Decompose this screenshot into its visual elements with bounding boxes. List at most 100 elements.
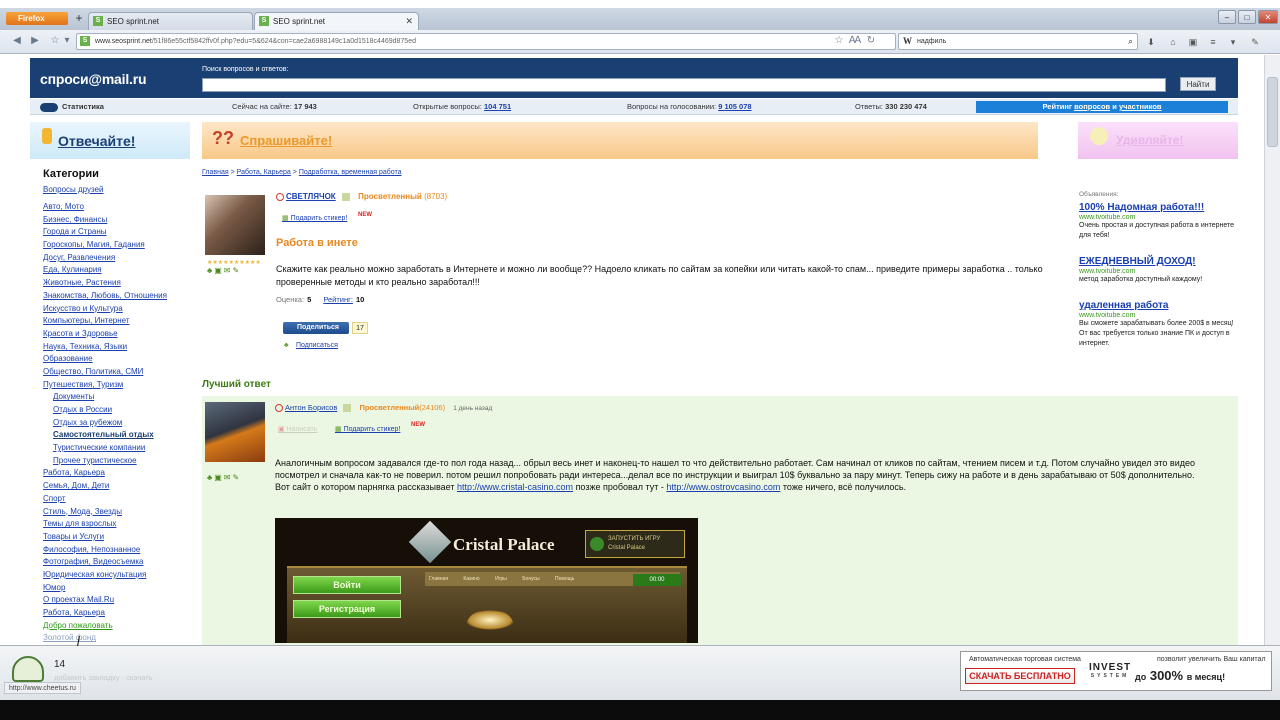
minimize-icon[interactable]: –: [1218, 10, 1236, 24]
sidebar-item-category[interactable]: Юмор: [43, 582, 193, 595]
sidebar-item-category[interactable]: Искусство и Культура: [43, 303, 193, 316]
question-author-avatar[interactable]: [205, 195, 265, 255]
sidebar-item-category[interactable]: Гороскопы, Магия, Гадания: [43, 239, 193, 252]
new-tab-icon[interactable]: +: [72, 11, 86, 25]
casino-badge: ЗАПУСТИТЬ ИГРУ Cristal Palace: [585, 530, 685, 558]
search-bar[interactable]: W надфиль ⌕: [898, 33, 1138, 50]
star-icon[interactable]: ☆: [832, 34, 846, 48]
site-logo[interactable]: спроси@mail.ru: [40, 71, 147, 87]
sidebar-item-category[interactable]: Семья, Дом, Дети: [43, 480, 193, 493]
sidebar-item-category[interactable]: Еда, Кулинария: [43, 264, 193, 277]
rating-users-link[interactable]: участников: [1119, 102, 1162, 111]
sidebar-item-category[interactable]: Туристические компании: [43, 442, 193, 455]
sidebar-item-category[interactable]: Досуг, Развлечения: [43, 252, 193, 265]
translate-icon[interactable]: Ꜳ: [848, 34, 862, 48]
url-bar[interactable]: S www.seosprint.net/51f86e55ctf5842ffv0f…: [76, 33, 896, 50]
sidebar-item-category[interactable]: Темы для взрослых: [43, 518, 193, 531]
search-icon[interactable]: ⌕: [1128, 34, 1133, 49]
breadcrumb-career[interactable]: Работа, Карьера: [237, 169, 291, 176]
open-value-link[interactable]: 104 751: [484, 102, 511, 111]
tab-seosprint-1[interactable]: S SEO sprint.net: [88, 12, 253, 30]
sidebar-item-category[interactable]: Прочее туристическое: [43, 455, 193, 468]
question-score: Оценка: 5 Рейтинг: 10: [276, 295, 374, 304]
sidebar-item-category[interactable]: Юридическая консультация: [43, 569, 193, 582]
sidebar-item-category[interactable]: Товары и Услуги: [43, 531, 193, 544]
breadcrumb-home[interactable]: Главная: [202, 169, 229, 176]
answer-user-link[interactable]: Антон Борисов: [285, 403, 337, 412]
sidebar-item-category[interactable]: Добро пожаловать: [43, 620, 193, 633]
gift-sticker-link[interactable]: ▦ Подарить стикер!: [335, 425, 400, 433]
share-button[interactable]: Поделиться: [283, 322, 349, 334]
sidebar-item-category[interactable]: Спорт: [43, 493, 193, 506]
ad-item[interactable]: ЕЖЕДНЕВНЫЙ ДОХОД! www.tvoitube.com метод…: [1079, 256, 1239, 285]
addon-icon[interactable]: ▣: [1186, 35, 1200, 49]
ad-headline[interactable]: 100% Надомная работа!!!: [1079, 202, 1239, 213]
firefox-menu-button[interactable]: Firefox: [6, 12, 68, 25]
forward-icon[interactable]: ▶: [28, 34, 42, 48]
faded-link[interactable]: ▣ Написать: [278, 425, 317, 433]
wonder-banner[interactable]: Удивляйте!: [1078, 122, 1238, 159]
breadcrumb-parttime[interactable]: Подработка, временная работа: [299, 169, 402, 176]
dropdown-icon[interactable]: ▾: [1226, 35, 1240, 49]
back-icon[interactable]: ◀: [10, 34, 24, 48]
menu-icon[interactable]: ≡: [1206, 35, 1220, 49]
sidebar-item-category[interactable]: Фотография, Видеосъемка: [43, 556, 193, 569]
sidebar-item-category[interactable]: Отдых в России: [43, 404, 193, 417]
sidebar-item-category[interactable]: Самостоятельный отдых: [43, 429, 193, 442]
sidebar-item-category[interactable]: Компьютеры, Интернет: [43, 315, 193, 328]
sidebar-item-category[interactable]: Общество, Политика, СМИ: [43, 366, 193, 379]
close-tab-icon[interactable]: ✕: [405, 13, 413, 30]
answer-banner[interactable]: Отвечайте!: [30, 122, 190, 159]
friends-questions-link[interactable]: Вопросы друзей: [43, 185, 193, 194]
close-window-icon[interactable]: ✕: [1258, 10, 1278, 24]
subscribe-link[interactable]: ♣ Подписаться: [284, 342, 338, 349]
stats-label[interactable]: Статистика: [40, 99, 104, 115]
casino-screenshot-image[interactable]: Cristal Palace ЗАПУСТИТЬ ИГРУ Cristal Pal…: [275, 518, 698, 643]
sidebar-item-category[interactable]: Путешествия, Туризм: [43, 379, 193, 392]
sidebar-item-category[interactable]: Золотой фонд: [43, 632, 193, 645]
sidebar-item-category[interactable]: Образование: [43, 353, 193, 366]
ad-item[interactable]: 100% Надомная работа!!! www.tvoitube.com…: [1079, 202, 1239, 241]
sidebar-item-category[interactable]: Знакомства, Любовь, Отношения: [43, 290, 193, 303]
sidebar-item-category[interactable]: О проектах Mail.Ru: [43, 594, 193, 607]
sidebar-item-category[interactable]: Философия, Непознанное: [43, 544, 193, 557]
share-label: Поделиться: [297, 324, 340, 331]
sidebar-item-category[interactable]: Красота и Здоровье: [43, 328, 193, 341]
ad-item[interactable]: удаленная работа www.tvoitube.com Вы смо…: [1079, 300, 1239, 349]
question-user-link[interactable]: СВЕТЛЯЧОК: [286, 192, 336, 201]
search-button[interactable]: Найти: [1180, 77, 1216, 91]
sidebar-item-category[interactable]: Авто, Мото: [43, 201, 193, 214]
ask-banner[interactable]: ?? Спрашивайте!: [202, 122, 1038, 159]
sidebar-item-category[interactable]: Города и Страны: [43, 226, 193, 239]
voting-value-link[interactable]: 9 105 078: [718, 102, 751, 111]
scrollbar-thumb[interactable]: [1267, 77, 1278, 147]
sidebar-item-category[interactable]: Бизнес, Финансы: [43, 214, 193, 227]
sidebar-item-category[interactable]: Наука, Техника, Языки: [43, 341, 193, 354]
vertical-scrollbar[interactable]: [1264, 55, 1280, 645]
casino-link-1[interactable]: http://www.cristal-casino.com: [457, 482, 573, 492]
sidebar-item-category[interactable]: Работа, Карьера: [43, 467, 193, 480]
ad-headline[interactable]: удаленная работа: [1079, 300, 1239, 311]
ad-download-button[interactable]: СКАЧАТЬ БЕСПЛАТНО: [965, 668, 1075, 684]
home-icon[interactable]: ⌂: [1166, 35, 1180, 49]
answer-author-avatar[interactable]: [205, 402, 265, 462]
invest-ad-banner[interactable]: Автоматическая торговая система СКАЧАТЬ …: [960, 651, 1272, 691]
ad-headline[interactable]: ЕЖЕДНЕВНЫЙ ДОХОД!: [1079, 256, 1239, 267]
download-icon[interactable]: ⬇: [1144, 35, 1158, 49]
tab-seosprint-2[interactable]: S SEO sprint.net ✕: [254, 12, 419, 30]
rating-questions-link[interactable]: вопросов: [1074, 102, 1110, 111]
sidebar-item-category[interactable]: Отдых за рубежом: [43, 417, 193, 430]
gift-sticker-link[interactable]: ▦ Подарить стикер!: [282, 214, 347, 222]
sidebar-item-category[interactable]: Работа, Карьера: [43, 607, 193, 620]
sidebar-item-category[interactable]: Документы: [43, 391, 193, 404]
tools-icon[interactable]: ✎: [1248, 35, 1262, 49]
question-search-input[interactable]: [202, 78, 1166, 92]
sidebar-item-category[interactable]: Животные, Растения: [43, 277, 193, 290]
casino-link-2[interactable]: http://www.ostrovcasino.com: [666, 482, 780, 492]
rating-label[interactable]: Рейтинг:: [323, 295, 353, 304]
speedometer-icon[interactable]: [12, 656, 44, 682]
sidebar-item-category[interactable]: Стиль, Мода, Звезды: [43, 506, 193, 519]
dropdown-icon[interactable]: ▾: [60, 34, 74, 48]
maximize-icon[interactable]: □: [1238, 10, 1256, 24]
refresh-icon[interactable]: ↻: [864, 34, 878, 48]
